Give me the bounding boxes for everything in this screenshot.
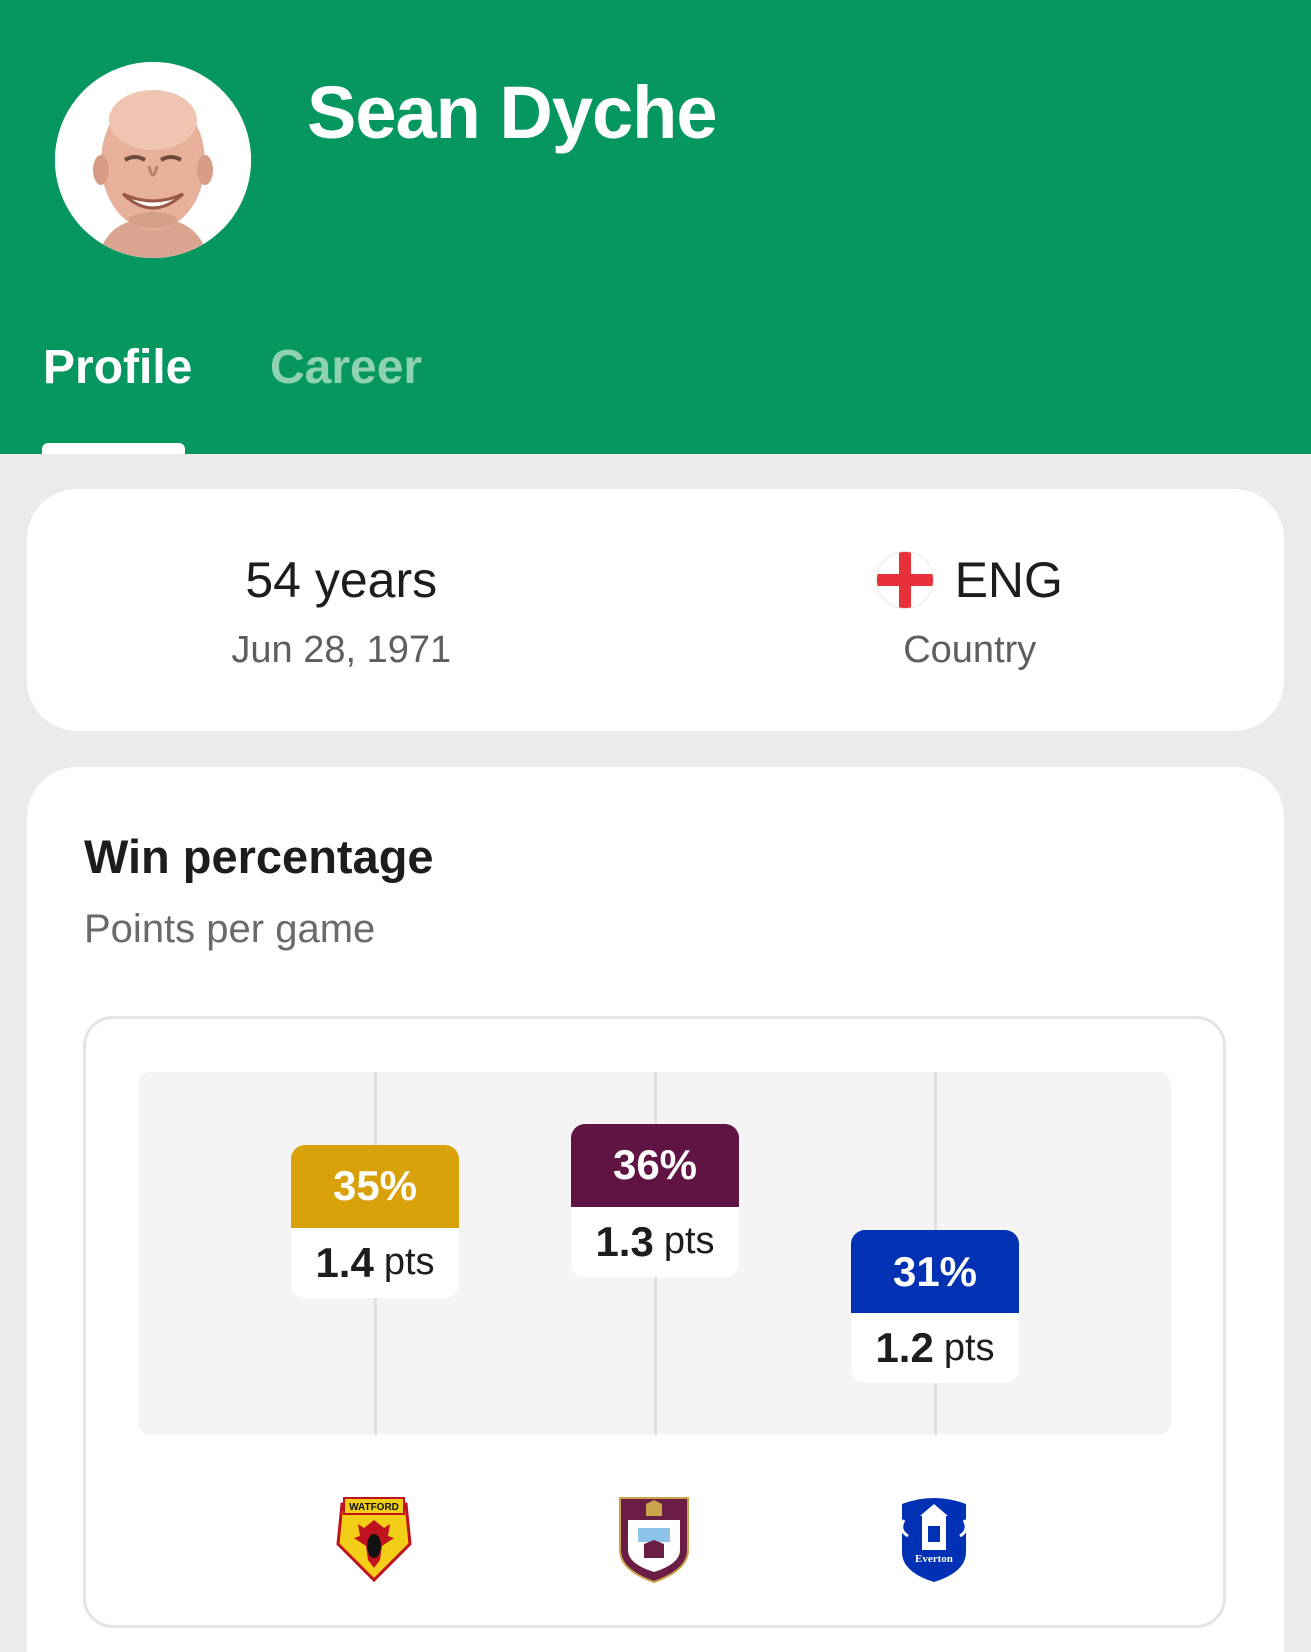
country-label: Country [903,629,1037,671]
pts-unit: pts [663,1220,715,1263]
team-badge-burnley[interactable]: 36% 1.3 pts [571,1123,739,1277]
points-per-game: 1.3 pts [571,1207,739,1277]
win-percentage-card: Win percentage Points per game 35% 1.4 p… [27,767,1284,1652]
pts-value: 1.3 [595,1217,654,1265]
manager-name: Sean Dyche [307,71,718,154]
country-row: ENG [656,551,1285,609]
england-flag-icon [876,552,933,608]
watford-crest-text: WATFORD [349,1502,399,1513]
team-badge-watford[interactable]: 35% 1.4 pts [291,1144,459,1298]
team-badge-everton[interactable]: 31% 1.2 pts [851,1230,1019,1384]
everton-crest-text: Everton [915,1553,953,1565]
pts-unit: pts [943,1326,995,1369]
points-per-game: 1.4 pts [291,1228,459,1298]
tab-profile[interactable]: Profile [43,340,192,395]
pts-unit: pts [383,1241,435,1284]
tab-career[interactable]: Career [270,340,422,395]
profile-header: Sean Dyche Profile Career [0,0,1311,454]
watford-crest-icon[interactable]: WATFORD [334,1494,414,1584]
country-section[interactable]: ENG Country [656,489,1285,731]
pts-value: 1.4 [315,1238,374,1286]
country-code: ENG [954,552,1063,608]
birth-date: Jun 28, 1971 [231,629,452,671]
age-section: 54 years Jun 28, 1971 [27,489,656,731]
win-percentage-label: 35% [291,1144,459,1228]
win-chart: 35% 1.4 pts 36% 1.3 pts 31% 1.2 pts WATF… [83,1016,1226,1628]
info-card: 54 years Jun 28, 1971 ENG Country [27,489,1284,731]
age-value: 54 years [245,552,438,608]
chart-plot-area: 35% 1.4 pts 36% 1.3 pts 31% 1.2 pts [138,1072,1171,1435]
avatar [55,62,251,258]
everton-crest-icon[interactable]: Everton [894,1494,974,1584]
burnley-crest-icon[interactable] [614,1494,694,1584]
pts-value: 1.2 [875,1324,934,1372]
manager-photo [55,62,251,258]
win-percentage-label: 31% [851,1230,1019,1314]
win-card-title: Win percentage [84,830,434,883]
points-per-game: 1.2 pts [851,1313,1019,1383]
active-tab-indicator [42,443,185,454]
win-card-subtitle: Points per game [84,907,376,951]
win-percentage-label: 36% [571,1123,739,1207]
